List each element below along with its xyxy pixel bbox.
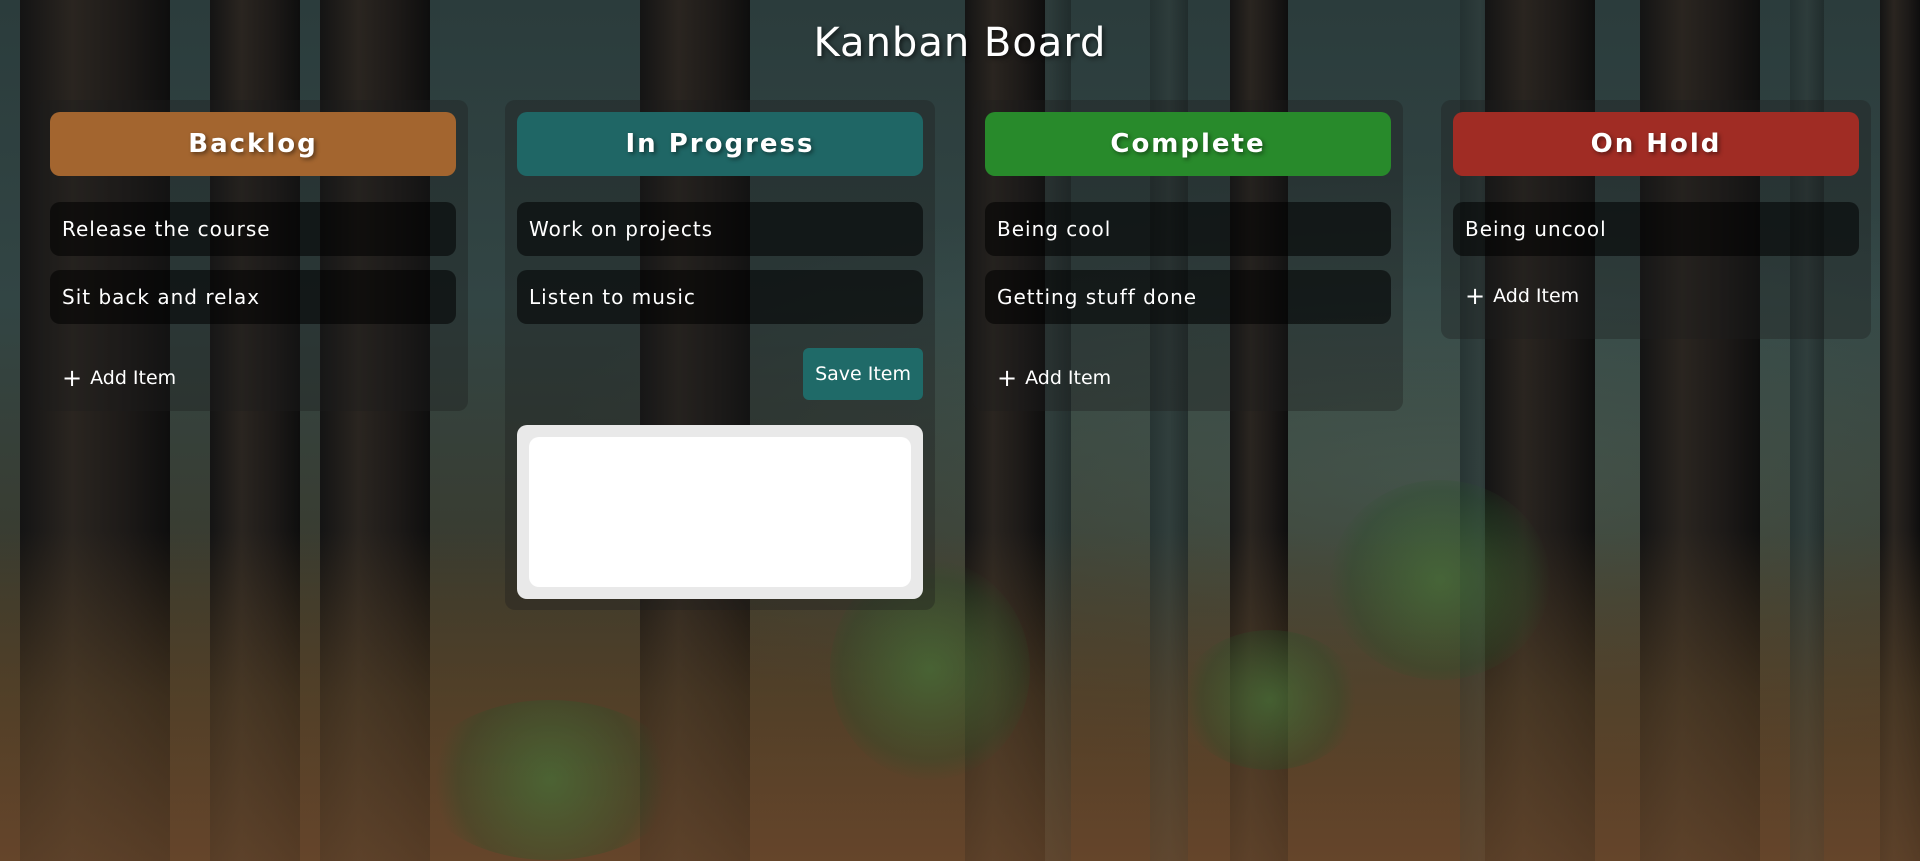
column-backlog: Backlog Release the course Sit back and … <box>38 100 468 411</box>
column-on-hold: On Hold Being uncool + Add Item <box>1441 100 1871 339</box>
new-item-input[interactable] <box>529 437 911 587</box>
column-header-in-progress: In Progress <box>517 112 923 176</box>
add-item-label: Add Item <box>1493 285 1580 307</box>
save-item-button[interactable]: Save Item <box>803 348 923 400</box>
list-item[interactable]: Release the course <box>50 202 456 256</box>
column-header-backlog: Backlog <box>50 112 456 176</box>
plus-icon: + <box>1465 282 1486 310</box>
list-item[interactable]: Being uncool <box>1453 202 1859 256</box>
column-header-complete: Complete <box>985 112 1391 176</box>
add-item-label: Add Item <box>90 367 177 389</box>
new-item-input-container <box>517 425 923 599</box>
list-item[interactable]: Work on projects <box>517 202 923 256</box>
list-item[interactable]: Sit back and relax <box>50 270 456 324</box>
plus-icon: + <box>62 364 83 392</box>
column-header-on-hold: On Hold <box>1453 112 1859 176</box>
add-item-button-backlog[interactable]: + Add Item <box>62 366 176 390</box>
column-in-progress: In Progress Work on projects Listen to m… <box>505 100 935 610</box>
add-item-button-complete[interactable]: + Add Item <box>997 366 1111 390</box>
add-item-button-on-hold[interactable]: + Add Item <box>1465 284 1579 308</box>
list-item[interactable]: Listen to music <box>517 270 923 324</box>
plus-icon: + <box>997 364 1018 392</box>
add-item-label: Add Item <box>1025 367 1112 389</box>
page-title: Kanban Board <box>813 20 1107 66</box>
column-complete: Complete Being cool Getting stuff done +… <box>973 100 1403 411</box>
kanban-board: Backlog Release the course Sit back and … <box>38 100 1882 620</box>
list-item[interactable]: Being cool <box>985 202 1391 256</box>
list-item[interactable]: Getting stuff done <box>985 270 1391 324</box>
